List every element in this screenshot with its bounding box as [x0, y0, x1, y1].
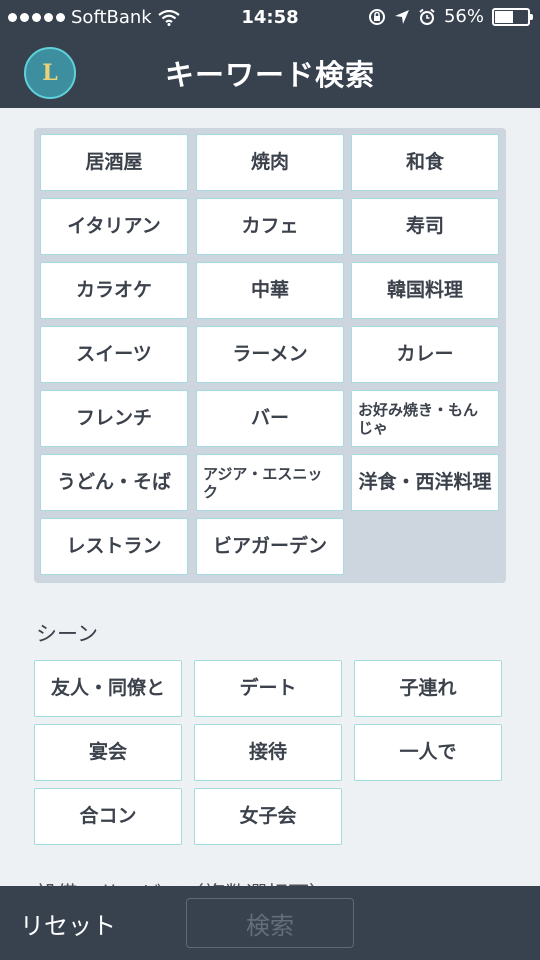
genre-button[interactable]: カフェ: [196, 198, 344, 255]
genre-button[interactable]: イタリアン: [40, 198, 188, 255]
status-bar: SoftBank 14:58 56%: [0, 0, 540, 36]
genre-button[interactable]: ラーメン: [196, 326, 344, 383]
scene-section-label: シーン: [36, 622, 98, 646]
scene-button[interactable]: 女子会: [194, 788, 342, 845]
nav-bar: L キーワード検索: [0, 36, 540, 108]
reset-button[interactable]: リセット: [20, 906, 116, 941]
genre-button[interactable]: うどん・そば: [40, 454, 188, 511]
scene-button[interactable]: 宴会: [34, 724, 182, 781]
scene-button[interactable]: デート: [194, 660, 342, 717]
genre-button[interactable]: 韓国料理: [351, 262, 499, 319]
genre-button[interactable]: スイーツ: [40, 326, 188, 383]
genre-button[interactable]: フレンチ: [40, 390, 188, 447]
scene-button[interactable]: 友人・同僚と: [34, 660, 182, 717]
scene-button[interactable]: 子連れ: [354, 660, 502, 717]
genre-button[interactable]: カレー: [351, 326, 499, 383]
status-right: 56%: [368, 6, 533, 27]
genre-button[interactable]: ビアガーデン: [196, 518, 344, 575]
genre-button[interactable]: カラオケ: [40, 262, 188, 319]
scene-button[interactable]: 合コン: [34, 788, 182, 845]
genre-button[interactable]: お好み焼き・もんじゃ: [351, 390, 499, 447]
battery-percent: 56%: [443, 6, 484, 27]
scene-button[interactable]: 一人で: [354, 724, 502, 781]
genre-panel: 居酒屋 焼肉 和食イタリアン カフェ 寿司カラオケ 中華 韓国料理スイーツ ラーメン カレーフレ…: [34, 128, 506, 583]
genre-button[interactable]: レストラン: [40, 518, 188, 575]
search-button[interactable]: 検索: [186, 898, 354, 948]
scene-button[interactable]: 接待: [194, 724, 342, 781]
genre-button[interactable]: 洋食・西洋料理: [351, 454, 499, 511]
bottom-bar: リセット 検索: [0, 886, 540, 960]
facilities-section-label: 設備・サービス（複数選択可）: [36, 878, 330, 886]
genre-button[interactable]: アジア・エスニック: [196, 454, 344, 511]
page-title: キーワード検索: [164, 58, 375, 92]
genre-button[interactable]: 焼肉: [196, 134, 344, 191]
header: SoftBank 14:58 56% L キーワード検索: [0, 0, 540, 108]
genre-button[interactable]: 居酒屋: [40, 134, 188, 191]
alarm-icon: [419, 8, 435, 25]
rotation-lock-icon: [368, 8, 385, 25]
location-icon: [394, 9, 409, 24]
genre-button[interactable]: 中華: [196, 262, 344, 319]
content-scroll-area[interactable]: 居酒屋 焼肉 和食イタリアン カフェ 寿司カラオケ 中華 韓国料理スイーツ ラーメン カレーフレ…: [0, 108, 540, 886]
battery-icon: [492, 7, 533, 26]
genre-button[interactable]: 寿司: [351, 198, 499, 255]
genre-button[interactable]: バー: [196, 390, 344, 447]
genre-button[interactable]: 和食: [351, 134, 499, 191]
